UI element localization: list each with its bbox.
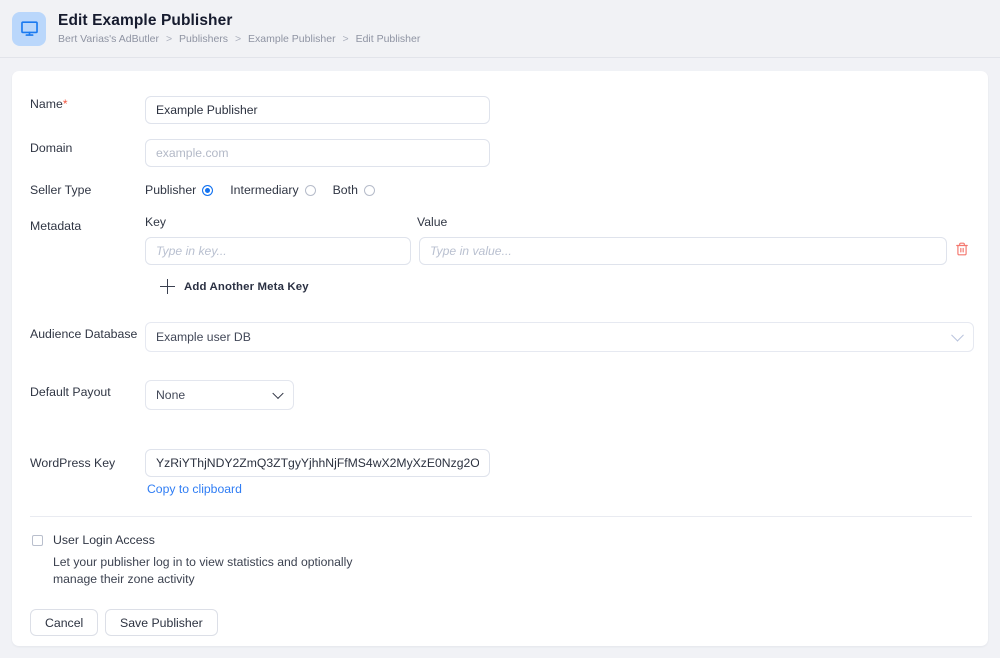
breadcrumb-item-account[interactable]: Bert Varias's AdButler (58, 33, 159, 45)
user-login-access-description: Let your publisher log in to view statis… (53, 555, 353, 586)
seller-type-label: Seller Type (30, 183, 92, 197)
default-payout-label: Default Payout (30, 385, 111, 399)
page-header: Edit Example Publisher Bert Varias's AdB… (0, 0, 1000, 58)
add-another-meta-key-button[interactable]: Add Another Meta Key (160, 279, 309, 294)
metadata-value-input[interactable] (419, 237, 947, 265)
domain-label: Domain (30, 141, 73, 155)
user-login-access-checkbox[interactable] (32, 534, 43, 546)
required-marker: * (62, 97, 68, 111)
breadcrumb-item-example-publisher[interactable]: Example Publisher (248, 33, 336, 45)
radio-intermediary-dot[interactable] (304, 184, 316, 196)
breadcrumb-item-publishers[interactable]: Publishers (179, 33, 228, 45)
default-payout-label-wrap: Default Payout (30, 385, 155, 399)
radio-intermediary[interactable]: Intermediary (230, 183, 316, 197)
breadcrumb-separator: > (234, 32, 242, 45)
name-input[interactable] (145, 96, 490, 124)
metadata-key-input[interactable] (145, 237, 411, 265)
name-label: Name* (30, 97, 68, 111)
plus-icon (160, 279, 175, 294)
metadata-key-header: Key (145, 215, 167, 229)
seller-type-radio-group: Publisher Intermediary Both (145, 183, 375, 197)
radio-both-dot[interactable] (363, 184, 375, 196)
seller-type-label-wrap: Seller Type (30, 183, 145, 197)
radio-publisher[interactable]: Publisher (145, 183, 214, 197)
radio-publisher-dot[interactable] (202, 184, 214, 196)
cancel-button[interactable]: Cancel (30, 609, 99, 636)
section-divider (30, 516, 972, 517)
breadcrumb-item-edit-publisher: Edit Publisher (355, 32, 421, 45)
add-meta-label: Add Another Meta Key (184, 280, 309, 293)
copy-to-clipboard-link[interactable]: Copy to clipboard (147, 482, 242, 496)
chevron-down-icon (272, 387, 284, 400)
radio-both[interactable]: Both (333, 183, 375, 197)
wordpress-key-input[interactable] (145, 449, 490, 477)
name-row: Name* (30, 97, 145, 111)
metadata-value-header: Value (417, 215, 448, 229)
domain-row: Domain (30, 141, 145, 155)
save-publisher-button[interactable]: Save Publisher (105, 609, 218, 636)
edit-publisher-card: Name* Domain Seller Type Publisher Inter… (12, 71, 988, 646)
page-title: Edit Example Publisher (58, 11, 233, 29)
radio-both-label: Both (332, 183, 358, 197)
audience-database-label: Audience Database (30, 327, 138, 341)
default-payout-select[interactable]: None (145, 380, 294, 410)
radio-publisher-label: Publisher (145, 183, 197, 197)
breadcrumb-separator: > (165, 32, 173, 45)
user-login-access-row[interactable]: User Login Access (32, 533, 155, 547)
user-login-access-label: User Login Access (53, 533, 155, 547)
default-payout-value: None (156, 388, 186, 402)
breadcrumb: Bert Varias's AdButler > Publishers > Ex… (58, 33, 420, 46)
domain-input[interactable] (145, 139, 490, 167)
audience-database-label-wrap: Audience Database (30, 327, 155, 341)
breadcrumb-separator: > (342, 32, 349, 45)
wordpress-key-label: WordPress Key (30, 456, 116, 470)
monitor-icon (12, 11, 46, 46)
chevron-down-icon (951, 328, 964, 342)
metadata-label-wrap: Metadata (30, 219, 145, 233)
audience-database-value: Example user DB (156, 330, 251, 344)
metadata-label: Metadata (30, 219, 82, 233)
audience-database-select[interactable]: Example user DB (145, 322, 974, 352)
radio-intermediary-label: Intermediary (230, 183, 299, 197)
wordpress-key-label-wrap: WordPress Key (30, 456, 155, 470)
trash-icon[interactable] (955, 241, 969, 262)
